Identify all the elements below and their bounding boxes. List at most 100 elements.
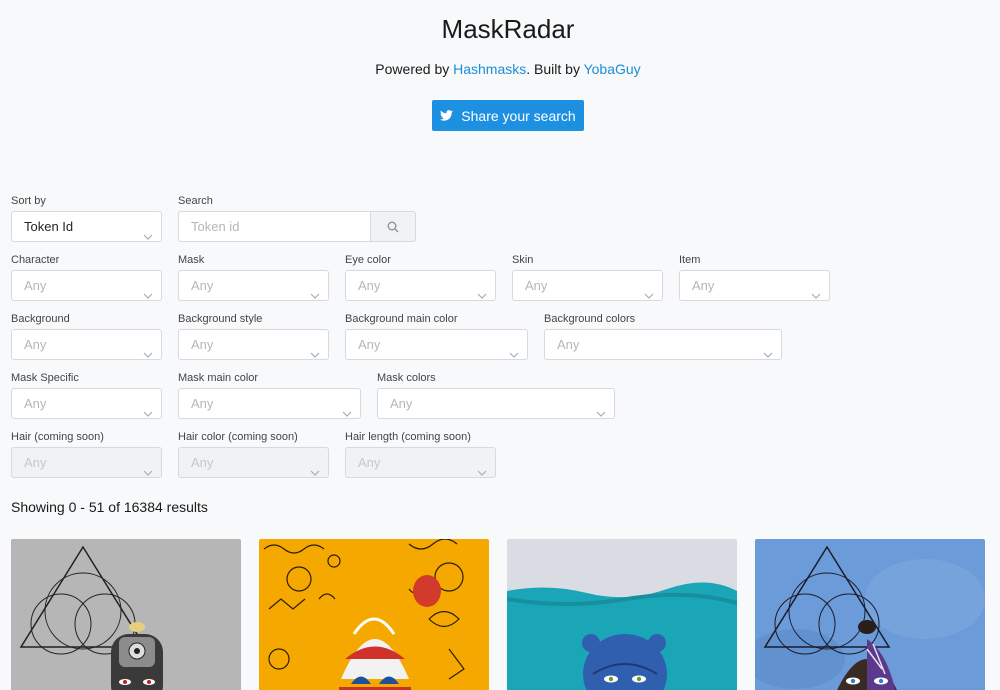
- background-main-color-field: Background main color Any: [345, 312, 528, 360]
- item-select[interactable]: Any: [679, 270, 830, 301]
- skin-value: Any: [525, 278, 548, 293]
- results-count: Showing 0 - 51 of 16384 results: [11, 499, 208, 515]
- hair-length-value: Any: [358, 455, 381, 470]
- mask-field: Mask Any: [178, 253, 329, 301]
- yobaguy-link[interactable]: YobaGuy: [584, 61, 641, 77]
- mask-specific-label: Mask Specific: [11, 372, 79, 384]
- skin-select[interactable]: Any: [512, 270, 663, 301]
- mask-card[interactable]: [259, 539, 489, 690]
- background-colors-field: Background colors Any: [544, 312, 782, 360]
- mask-main-color-select[interactable]: Any: [178, 388, 361, 419]
- eye-color-label: Eye color: [345, 254, 391, 266]
- search-icon: [387, 221, 399, 232]
- chevron-down-icon: [811, 281, 821, 299]
- twitter-icon: [440, 110, 454, 121]
- background-colors-select[interactable]: Any: [544, 329, 782, 360]
- hashmasks-link[interactable]: Hashmasks: [453, 61, 526, 77]
- background-main-color-label: Background main color: [345, 313, 458, 325]
- mask-select[interactable]: Any: [178, 270, 329, 301]
- chevron-down-icon: [310, 281, 320, 299]
- item-value: Any: [692, 278, 715, 293]
- chevron-down-icon: [763, 340, 773, 358]
- hair-field: Hair (coming soon) Any: [11, 430, 162, 478]
- sort-by-field: Sort by Token Id: [11, 194, 162, 242]
- character-field: Character Any: [11, 253, 162, 301]
- background-label: Background: [11, 313, 70, 325]
- character-value: Any: [24, 278, 47, 293]
- sort-by-label: Sort by: [11, 195, 46, 207]
- background-main-color-select[interactable]: Any: [345, 329, 528, 360]
- mask-artwork: [11, 539, 241, 690]
- hair-color-field: Hair color (coming soon) Any: [178, 430, 329, 478]
- mask-label: Mask: [178, 254, 205, 266]
- search-button[interactable]: [370, 211, 416, 242]
- background-field: Background Any: [11, 312, 162, 360]
- mask-colors-value: Any: [390, 396, 413, 411]
- background-value: Any: [24, 337, 47, 352]
- hair-length-field: Hair length (coming soon) Any: [345, 430, 496, 478]
- background-style-field: Background style Any: [178, 312, 329, 360]
- background-style-value: Any: [191, 337, 214, 352]
- hair-length-select: Any: [345, 447, 496, 478]
- hair-select: Any: [11, 447, 162, 478]
- mask-specific-select[interactable]: Any: [11, 388, 162, 419]
- mask-card[interactable]: [11, 539, 241, 690]
- background-style-select[interactable]: Any: [178, 329, 329, 360]
- chevron-down-icon: [143, 281, 153, 299]
- mask-artwork: [755, 539, 985, 690]
- mask-specific-value: Any: [24, 396, 47, 411]
- search-label: Search: [178, 195, 213, 207]
- mask-card[interactable]: [507, 539, 737, 690]
- hair-color-value: Any: [191, 455, 214, 470]
- mask-artwork: [507, 539, 737, 690]
- character-label: Character: [11, 254, 60, 266]
- item-field: Item Any: [679, 253, 830, 301]
- background-style-label: Background style: [178, 313, 263, 325]
- sort-by-value: Token Id: [24, 219, 74, 234]
- eye-color-select[interactable]: Any: [345, 270, 496, 301]
- mask-value: Any: [191, 278, 214, 293]
- chevron-down-icon: [644, 281, 654, 299]
- chevron-down-icon: [310, 458, 320, 476]
- item-label: Item: [679, 254, 701, 266]
- mask-card[interactable]: [755, 539, 985, 690]
- chevron-down-icon: [596, 399, 606, 417]
- mask-specific-field: Mask Specific Any: [11, 371, 162, 419]
- mask-colors-label: Mask colors: [377, 372, 436, 384]
- mask-main-color-field: Mask main color Any: [178, 371, 361, 419]
- hair-length-label: Hair length (coming soon): [345, 431, 471, 443]
- powered-prefix: Powered by: [375, 61, 454, 77]
- background-select[interactable]: Any: [11, 329, 162, 360]
- chevron-down-icon: [143, 222, 153, 240]
- eye-color-value: Any: [358, 278, 381, 293]
- mask-colors-field: Mask colors Any: [377, 371, 615, 419]
- credits-line: Powered by Hashmasks. Built by YobaGuy: [0, 61, 1000, 77]
- hair-color-label: Hair color (coming soon): [178, 431, 298, 443]
- background-main-color-value: Any: [358, 337, 381, 352]
- mask-colors-select[interactable]: Any: [377, 388, 615, 419]
- chevron-down-icon: [477, 458, 487, 476]
- chevron-down-icon: [477, 281, 487, 299]
- mask-artwork: [259, 539, 489, 690]
- chevron-down-icon: [143, 399, 153, 417]
- hair-label: Hair (coming soon): [11, 431, 104, 443]
- background-colors-label: Background colors: [544, 313, 636, 325]
- chevron-down-icon: [143, 458, 153, 476]
- character-select[interactable]: Any: [11, 270, 162, 301]
- token-id-input[interactable]: Token id: [178, 211, 371, 242]
- chevron-down-icon: [143, 340, 153, 358]
- skin-label: Skin: [512, 254, 534, 266]
- hair-color-select: Any: [178, 447, 329, 478]
- background-colors-value: Any: [557, 337, 580, 352]
- hair-value: Any: [24, 455, 47, 470]
- mask-main-color-label: Mask main color: [178, 372, 259, 384]
- page-title: MaskRadar: [441, 14, 575, 44]
- search-field: Search Token id: [178, 194, 416, 242]
- chevron-down-icon: [342, 399, 352, 417]
- skin-field: Skin Any: [512, 253, 663, 301]
- chevron-down-icon: [509, 340, 519, 358]
- eye-color-field: Eye color Any: [345, 253, 496, 301]
- sort-by-select[interactable]: Token Id: [11, 211, 162, 242]
- share-search-button[interactable]: Share your search: [432, 100, 584, 131]
- chevron-down-icon: [310, 340, 320, 358]
